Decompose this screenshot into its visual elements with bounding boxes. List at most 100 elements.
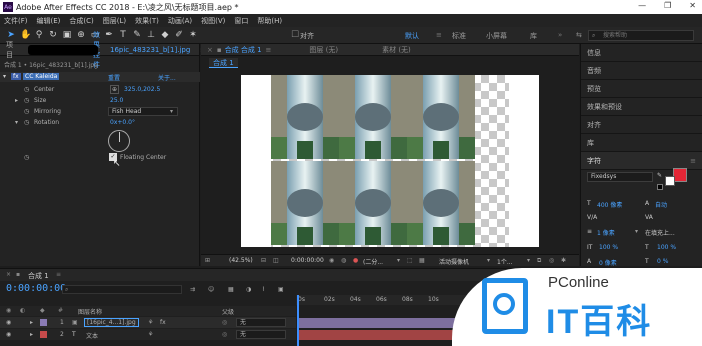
pan-behind-tool-icon[interactable]: ⊕	[76, 30, 86, 40]
layer-name[interactable]: 文本	[86, 331, 98, 340]
panel-libraries[interactable]: 库	[581, 134, 702, 152]
leading-value[interactable]: 自动	[655, 200, 667, 209]
column-parent[interactable]: 父级	[222, 307, 234, 316]
about-link[interactable]: 关于...	[158, 73, 176, 82]
menu-window[interactable]: 窗口	[234, 16, 248, 26]
transparency-grid-icon[interactable]: ▦	[419, 257, 425, 264]
stroke-color-swatch[interactable]	[665, 176, 675, 186]
close-icon[interactable]: ×	[6, 271, 11, 278]
panel-audio[interactable]: 音频	[581, 62, 702, 80]
timeline-timecode[interactable]: 0:00:00:00	[6, 283, 66, 294]
shy-switch-icon[interactable]: ⚘	[148, 319, 153, 326]
layer-label-color[interactable]	[40, 319, 47, 326]
comp-flowchart-icon[interactable]: ⇉	[190, 286, 195, 293]
composition-subtab[interactable]: 合成 1	[209, 58, 238, 68]
menu-view[interactable]: 视图(V)	[201, 16, 225, 26]
puppet-tool-icon[interactable]: ✶	[188, 30, 198, 40]
panel-align[interactable]: 对齐	[581, 116, 702, 134]
fx-badge[interactable]: fx	[11, 73, 21, 80]
3d-draft-icon[interactable]: ◎	[549, 257, 554, 264]
hand-tool-icon[interactable]: ✋	[20, 30, 31, 40]
camera-tool-icon[interactable]: ▣	[62, 30, 72, 40]
camera-dropdown[interactable]: 活动摄像机	[439, 257, 469, 266]
menu-edit[interactable]: 编辑(E)	[37, 16, 61, 26]
stopwatch-icon[interactable]: ◷	[24, 119, 29, 126]
lock-icon[interactable]: ▪	[16, 271, 20, 278]
panel-preview[interactable]: 预览	[581, 80, 702, 98]
layer-label-color[interactable]	[40, 331, 47, 338]
lock-icon[interactable]: ▪	[217, 46, 222, 54]
pen-tool-icon[interactable]: ✒	[104, 30, 114, 40]
menu-layer[interactable]: 图层(L)	[103, 16, 126, 26]
reset-exposure-icon[interactable]: ✱	[561, 257, 566, 264]
graph-editor-icon[interactable]: ⌇	[262, 286, 265, 293]
column-layer-name[interactable]: 图层名称	[78, 307, 102, 316]
pickwhip-icon[interactable]: ◎	[222, 331, 227, 338]
sync-icon[interactable]: ⇆	[576, 31, 582, 39]
rotation-dial[interactable]	[108, 130, 130, 152]
maximize-button[interactable]: ❐	[664, 1, 671, 10]
grid-icon[interactable]: ⊟	[261, 257, 266, 264]
menu-composition[interactable]: 合成(C)	[69, 16, 93, 26]
brush-tool-icon[interactable]: ✎	[132, 30, 142, 40]
workspace-more-icon[interactable]: »	[558, 31, 562, 39]
workspace-small-screen[interactable]: 小屏幕	[486, 31, 507, 41]
eyedropper-icon[interactable]: ✎	[657, 172, 662, 179]
tab-layer[interactable]: 图层 (无)	[309, 45, 338, 55]
layer-row[interactable]: ◉ ▸ 1 ▣ [16pic_4...1].jpg ⚘ fx ◎ 无	[0, 317, 296, 328]
resolution-dropdown[interactable]: (二分...	[363, 257, 383, 266]
layer-name[interactable]: [16pic_4...1].jpg	[84, 318, 139, 327]
close-button[interactable]: ✕	[689, 1, 696, 10]
draft-3d-icon[interactable]: ▣	[278, 286, 284, 293]
composition-canvas[interactable]	[241, 75, 539, 247]
black-swatch[interactable]	[657, 184, 663, 190]
region-of-interest-icon[interactable]: ⬚	[407, 257, 413, 264]
panel-menu-icon[interactable]: ≡	[56, 271, 61, 278]
workspace-libraries[interactable]: 库	[530, 31, 537, 41]
effect-name[interactable]: CC Kaleida	[23, 73, 60, 80]
layer-row[interactable]: ◉ ▸ 2 T 文本 ⚘ ◎ 无	[0, 329, 296, 340]
zoom-level[interactable]: (42.5%)	[229, 257, 253, 264]
workspace-default[interactable]: 默认	[405, 31, 419, 41]
fill-color-swatch[interactable]	[673, 168, 687, 182]
workspace-menu-icon[interactable]: ≡	[436, 31, 442, 39]
shy-switch-icon[interactable]: ⚘	[148, 331, 153, 338]
property-center-value[interactable]: 325.0,202.5	[124, 86, 160, 93]
eye-icon[interactable]: ◉	[6, 319, 11, 326]
shy-icon[interactable]: ☺	[208, 286, 214, 293]
menu-animation[interactable]: 动画(A)	[168, 16, 192, 26]
horizontal-scale-value[interactable]: 100 %	[657, 244, 676, 251]
align-checkbox-icon[interactable]: ☐	[290, 30, 300, 40]
pickwhip-icon[interactable]: ◎	[222, 319, 227, 326]
snapshot-camera-icon[interactable]: ◉	[329, 257, 334, 264]
mirroring-dropdown[interactable]: Fish Head	[108, 107, 178, 116]
timeline-search-input[interactable]: ⌕	[62, 285, 182, 294]
zoom-tool-icon[interactable]: ⚲	[34, 30, 44, 40]
expand-arrow-icon[interactable]: ▾	[15, 119, 18, 126]
expand-arrow-icon[interactable]: ▸	[15, 97, 18, 104]
tab-footage[interactable]: 素材 (无)	[382, 45, 411, 55]
stopwatch-icon[interactable]: ◷	[24, 86, 29, 93]
workspace-standard[interactable]: 标准	[452, 31, 466, 41]
mask-visibility-icon[interactable]: ◫	[273, 257, 279, 264]
crosshair-icon[interactable]: ⊕	[110, 85, 119, 94]
parent-dropdown[interactable]: 无	[236, 330, 286, 339]
tsume-value[interactable]: 0 %	[657, 258, 668, 265]
current-timecode[interactable]: 0:00:00:00	[291, 257, 324, 264]
baseline-shift-value[interactable]: 0 像素	[599, 258, 617, 267]
stopwatch-icon[interactable]: ◷	[24, 108, 29, 115]
motion-blur-icon[interactable]: ◑	[246, 286, 251, 293]
font-size-value[interactable]: 400 像素	[597, 200, 622, 209]
roto-tool-icon[interactable]: ✐	[174, 30, 184, 40]
help-search-input[interactable]: ⌕ 搜索帮助	[588, 30, 694, 41]
tab-composition[interactable]: 合成 合成 1	[225, 45, 262, 55]
eye-icon[interactable]: ◉	[6, 331, 11, 338]
magnifier-icon[interactable]: ⊞	[205, 257, 210, 264]
reset-link[interactable]: 重置	[108, 73, 120, 82]
expand-arrow-icon[interactable]: ▸	[30, 331, 33, 338]
panel-menu-icon[interactable]: ≡	[266, 46, 272, 54]
eraser-tool-icon[interactable]: ◆	[160, 30, 170, 40]
layout-icon[interactable]: ⧉	[537, 257, 541, 265]
close-icon[interactable]: ×	[207, 46, 213, 54]
stopwatch-icon[interactable]: ◷	[24, 154, 29, 161]
